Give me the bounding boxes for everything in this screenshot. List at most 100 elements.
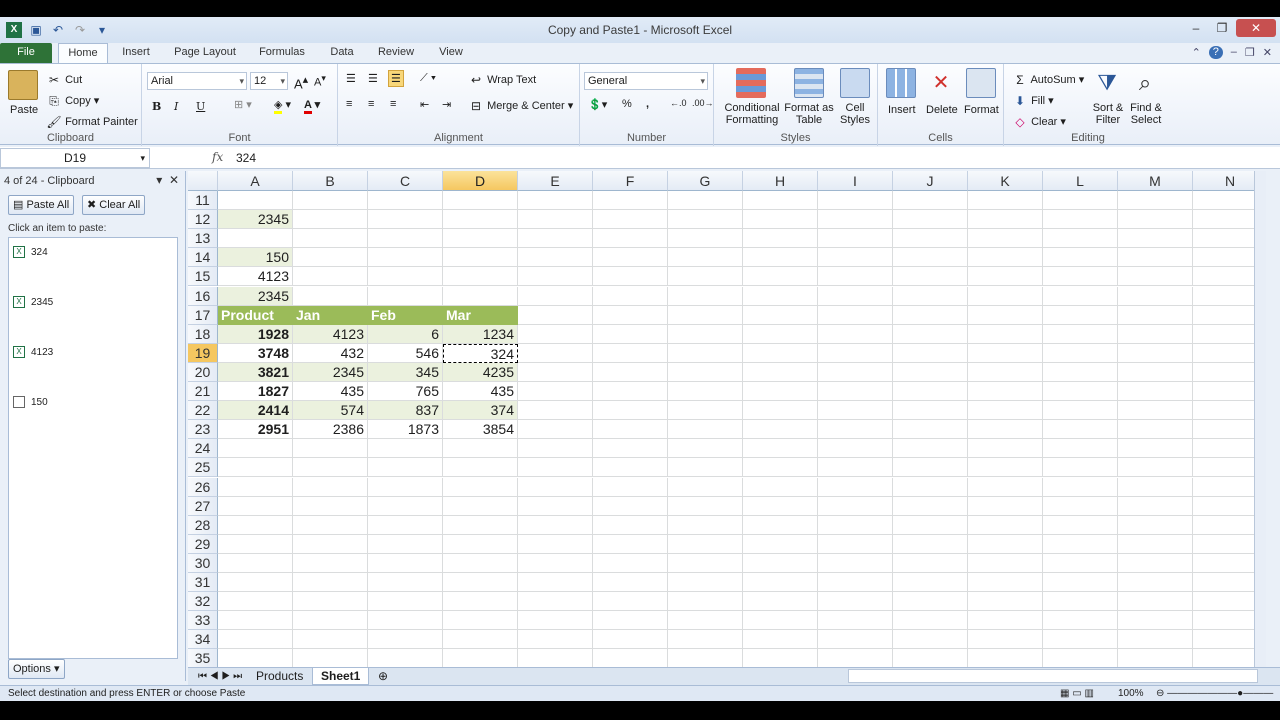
cell-f17[interactable]	[593, 305, 668, 325]
cell-l22[interactable]	[1043, 401, 1118, 421]
cell-g23[interactable]	[668, 420, 743, 440]
cell-k15[interactable]	[968, 267, 1043, 287]
cell-a16[interactable]: 2345	[218, 286, 293, 306]
row-header-33[interactable]: 33	[188, 611, 218, 631]
copy-button[interactable]: ⎘ Copy ▾	[46, 93, 99, 109]
cell-a35[interactable]	[218, 649, 293, 667]
column-header-k[interactable]: K	[968, 171, 1043, 191]
cell-b32[interactable]	[293, 592, 368, 612]
cell-m15[interactable]	[1118, 267, 1193, 287]
cell-e12[interactable]	[518, 210, 593, 230]
cell-f12[interactable]	[593, 210, 668, 230]
borders-icon[interactable]: ⊞ ▾	[234, 98, 252, 111]
column-header-h[interactable]: H	[743, 171, 818, 191]
cell-a22[interactable]: 2414	[218, 401, 293, 421]
cell-a29[interactable]	[218, 534, 293, 554]
cell-e32[interactable]	[518, 592, 593, 612]
bold-button[interactable]: B	[152, 100, 161, 113]
cell-i32[interactable]	[818, 592, 893, 612]
cell-e28[interactable]	[518, 515, 593, 535]
row-header-34[interactable]: 34	[188, 630, 218, 650]
cell-c16[interactable]	[368, 286, 443, 306]
cell-f15[interactable]	[593, 267, 668, 287]
wrap-text-button[interactable]: ↩ Wrap Text	[468, 72, 536, 88]
cell-k33[interactable]	[968, 611, 1043, 631]
cell-k20[interactable]	[968, 362, 1043, 382]
cell-d14[interactable]	[443, 248, 518, 268]
cell-h30[interactable]	[743, 553, 818, 573]
cell-k29[interactable]	[968, 534, 1043, 554]
row-header-14[interactable]: 14	[188, 248, 218, 268]
insert-sheet-icon[interactable]: ⊕	[370, 668, 396, 685]
cell-b13[interactable]	[293, 229, 368, 249]
cell-g21[interactable]	[668, 382, 743, 402]
cell-c24[interactable]	[368, 439, 443, 459]
row-header-11[interactable]: 11	[188, 191, 218, 211]
clipboard-item[interactable]: X 4123	[13, 346, 53, 360]
cell-h22[interactable]	[743, 401, 818, 421]
cell-d12[interactable]	[443, 210, 518, 230]
cell-h33[interactable]	[743, 611, 818, 631]
cell-a28[interactable]	[218, 515, 293, 535]
cell-a12[interactable]: 2345	[218, 210, 293, 230]
cell-l11[interactable]	[1043, 191, 1118, 211]
cell-f13[interactable]	[593, 229, 668, 249]
cell-e33[interactable]	[518, 611, 593, 631]
cell-m29[interactable]	[1118, 534, 1193, 554]
row-header-18[interactable]: 18	[188, 324, 218, 344]
restore-icon[interactable]: ❐	[1210, 19, 1234, 37]
accounting-format-icon[interactable]: 💲▾	[588, 98, 607, 111]
cell-k35[interactable]	[968, 649, 1043, 667]
cell-b14[interactable]	[293, 248, 368, 268]
cell-d15[interactable]	[443, 267, 518, 287]
cell-c20[interactable]: 345	[368, 362, 443, 382]
cell-l12[interactable]	[1043, 210, 1118, 230]
tab-formulas[interactable]: Formulas	[252, 43, 312, 63]
cell-i24[interactable]	[818, 439, 893, 459]
cell-i30[interactable]	[818, 553, 893, 573]
cell-d18[interactable]: 1234	[443, 324, 518, 344]
cell-m14[interactable]	[1118, 248, 1193, 268]
row-header-30[interactable]: 30	[188, 553, 218, 573]
cell-c26[interactable]	[368, 477, 443, 497]
cell-h16[interactable]	[743, 286, 818, 306]
cell-m35[interactable]	[1118, 649, 1193, 667]
cell-a20[interactable]: 3821	[218, 362, 293, 382]
cell-h35[interactable]	[743, 649, 818, 667]
cell-k23[interactable]	[968, 420, 1043, 440]
cell-d11[interactable]	[443, 191, 518, 211]
cell-g33[interactable]	[668, 611, 743, 631]
cell-h19[interactable]	[743, 343, 818, 363]
cell-f11[interactable]	[593, 191, 668, 211]
column-header-i[interactable]: I	[818, 171, 893, 191]
cell-l21[interactable]	[1043, 382, 1118, 402]
cell-b21[interactable]: 435	[293, 382, 368, 402]
cell-e34[interactable]	[518, 630, 593, 650]
italic-button[interactable]: I	[174, 100, 178, 113]
row-header-17[interactable]: 17	[188, 305, 218, 325]
cell-b23[interactable]: 2386	[293, 420, 368, 440]
cell-f22[interactable]	[593, 401, 668, 421]
cell-g24[interactable]	[668, 439, 743, 459]
cell-b18[interactable]: 4123	[293, 324, 368, 344]
decrease-decimal-icon[interactable]: .00→	[692, 98, 714, 108]
cell-h14[interactable]	[743, 248, 818, 268]
cell-i35[interactable]	[818, 649, 893, 667]
cell-c31[interactable]	[368, 573, 443, 593]
cell-i13[interactable]	[818, 229, 893, 249]
clipboard-item[interactable]: X 324	[13, 246, 48, 260]
cell-e17[interactable]	[518, 305, 593, 325]
orientation-icon[interactable]: ⟋ ▾	[420, 72, 436, 85]
cell-i12[interactable]	[818, 210, 893, 230]
cell-f32[interactable]	[593, 592, 668, 612]
cell-f33[interactable]	[593, 611, 668, 631]
cell-f35[interactable]	[593, 649, 668, 667]
cell-i25[interactable]	[818, 458, 893, 478]
cell-f18[interactable]	[593, 324, 668, 344]
cell-j20[interactable]	[893, 362, 968, 382]
cell-e25[interactable]	[518, 458, 593, 478]
cell-m26[interactable]	[1118, 477, 1193, 497]
cell-i22[interactable]	[818, 401, 893, 421]
number-format-combo[interactable]: General	[584, 72, 708, 90]
cell-l28[interactable]	[1043, 515, 1118, 535]
